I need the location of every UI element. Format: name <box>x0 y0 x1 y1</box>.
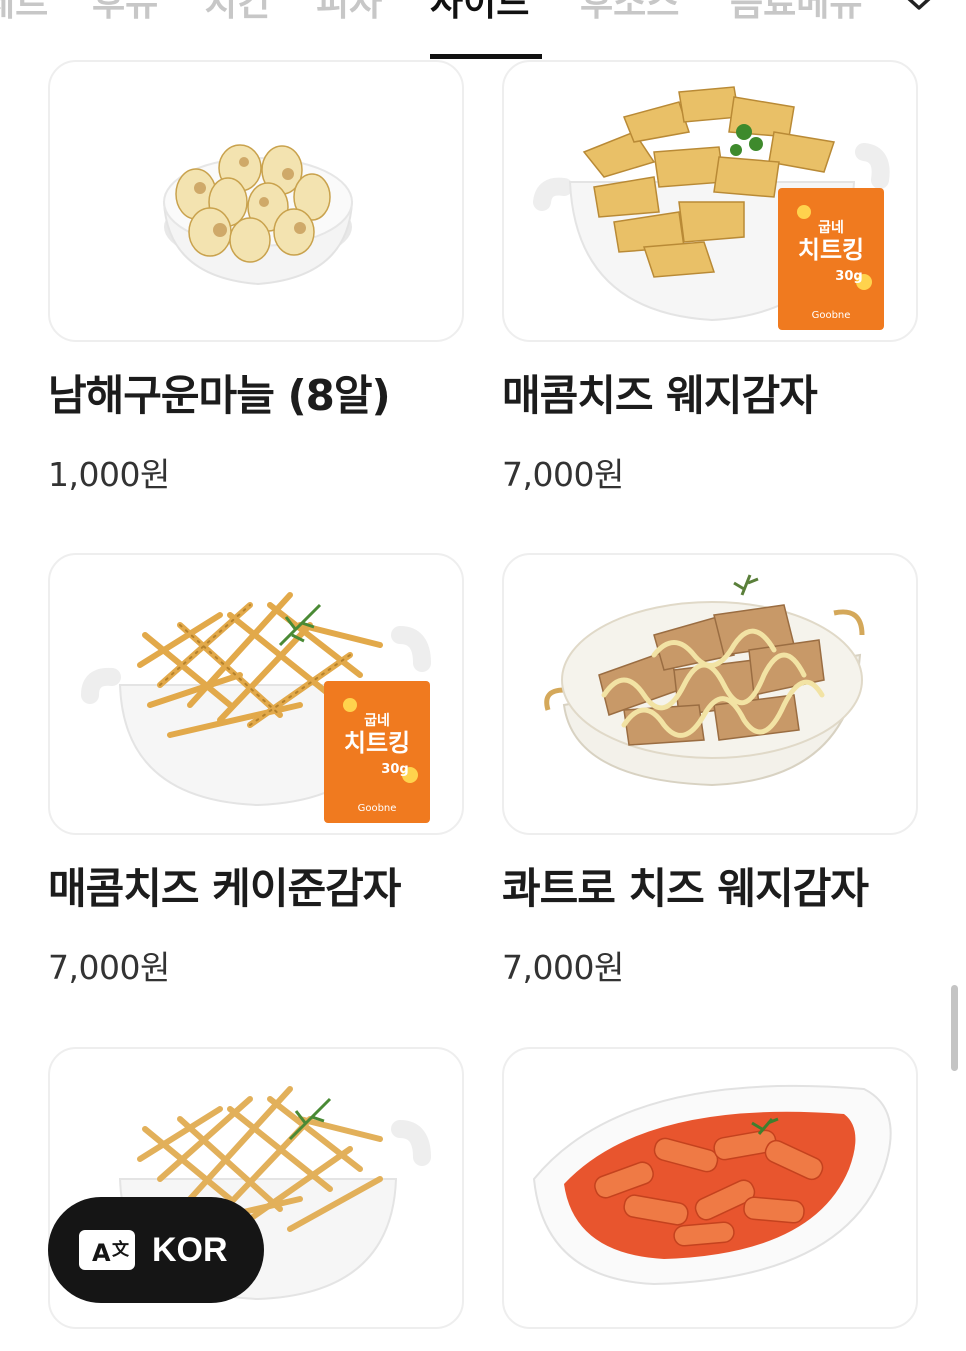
svg-text:30g: 30g <box>381 762 408 777</box>
translate-icon: A 文 <box>79 1230 135 1270</box>
menu-item-name[interactable]: 남해구운마늘 (8알) <box>48 362 391 423</box>
tab-drinks[interactable]: 음료메뉴 <box>730 0 862 26</box>
tteokbokki-image <box>532 1084 892 1286</box>
roasted-garlic-image <box>162 144 354 286</box>
tab-side[interactable]: 사이드 <box>430 0 529 26</box>
svg-text:文: 文 <box>112 1239 130 1260</box>
svg-text:치트킹: 치트킹 <box>344 729 410 757</box>
wedge-potato-image: 굽네 치트킹 30g Goobne <box>533 86 890 330</box>
menu-item-price: 7,000원 <box>502 455 624 494</box>
svg-text:굽네: 굽네 <box>818 220 844 236</box>
svg-text:치트킹: 치트킹 <box>798 236 864 264</box>
category-tab-bar: 세트 후뉴 치킨 피자 사이드 후소스 음료메뉴 <box>0 0 966 60</box>
language-toggle-button[interactable]: A 文 KOR <box>48 1197 264 1303</box>
tab-sauce[interactable]: 후소스 <box>580 0 679 26</box>
svg-text:굽네: 굽네 <box>364 713 390 729</box>
quattro-cheese-wedges-image <box>544 574 865 787</box>
cajun-fries-image: 굽네 치트킹 30g Goobne <box>81 592 431 823</box>
language-label: KOR <box>152 1230 228 1269</box>
menu-item-name[interactable]: 콰트로 치즈 웨지감자 <box>502 855 869 916</box>
menu-item-name[interactable]: 매콤치즈 웨지감자 <box>502 362 818 423</box>
tab-new[interactable]: 후뉴 <box>92 0 158 26</box>
menu-item-name[interactable]: 매콤치즈 케이준감자 <box>48 855 401 916</box>
tab-chicken[interactable]: 치킨 <box>204 0 270 26</box>
menu-item-image[interactable] <box>48 60 464 342</box>
tab-pizza[interactable]: 피자 <box>316 0 382 26</box>
svg-text:A: A <box>92 1239 111 1267</box>
tab-set[interactable]: 세트 <box>0 0 48 26</box>
scrollbar[interactable] <box>951 985 958 1071</box>
menu-item-price: 7,000원 <box>502 948 624 987</box>
menu-item-image[interactable]: 굽네 치트킹 30g Goobne <box>502 60 918 342</box>
menu-item-image[interactable] <box>502 1047 918 1329</box>
menu-item-price: 1,000원 <box>48 455 170 494</box>
chevron-down-icon[interactable] <box>904 0 934 16</box>
menu-item-price: 7,000원 <box>48 948 170 987</box>
menu-item-image[interactable] <box>502 553 918 835</box>
cheese-packet-image: 굽네 치트킹 30g Goobne <box>324 681 430 823</box>
cheese-packet-image: 굽네 치트킹 30g Goobne <box>778 188 884 330</box>
svg-text:Goobne: Goobne <box>358 803 397 814</box>
svg-text:30g: 30g <box>835 269 862 284</box>
menu-item-image[interactable]: 굽네 치트킹 30g Goobne <box>48 553 464 835</box>
active-tab-indicator <box>430 54 542 59</box>
svg-text:Goobne: Goobne <box>812 310 851 321</box>
